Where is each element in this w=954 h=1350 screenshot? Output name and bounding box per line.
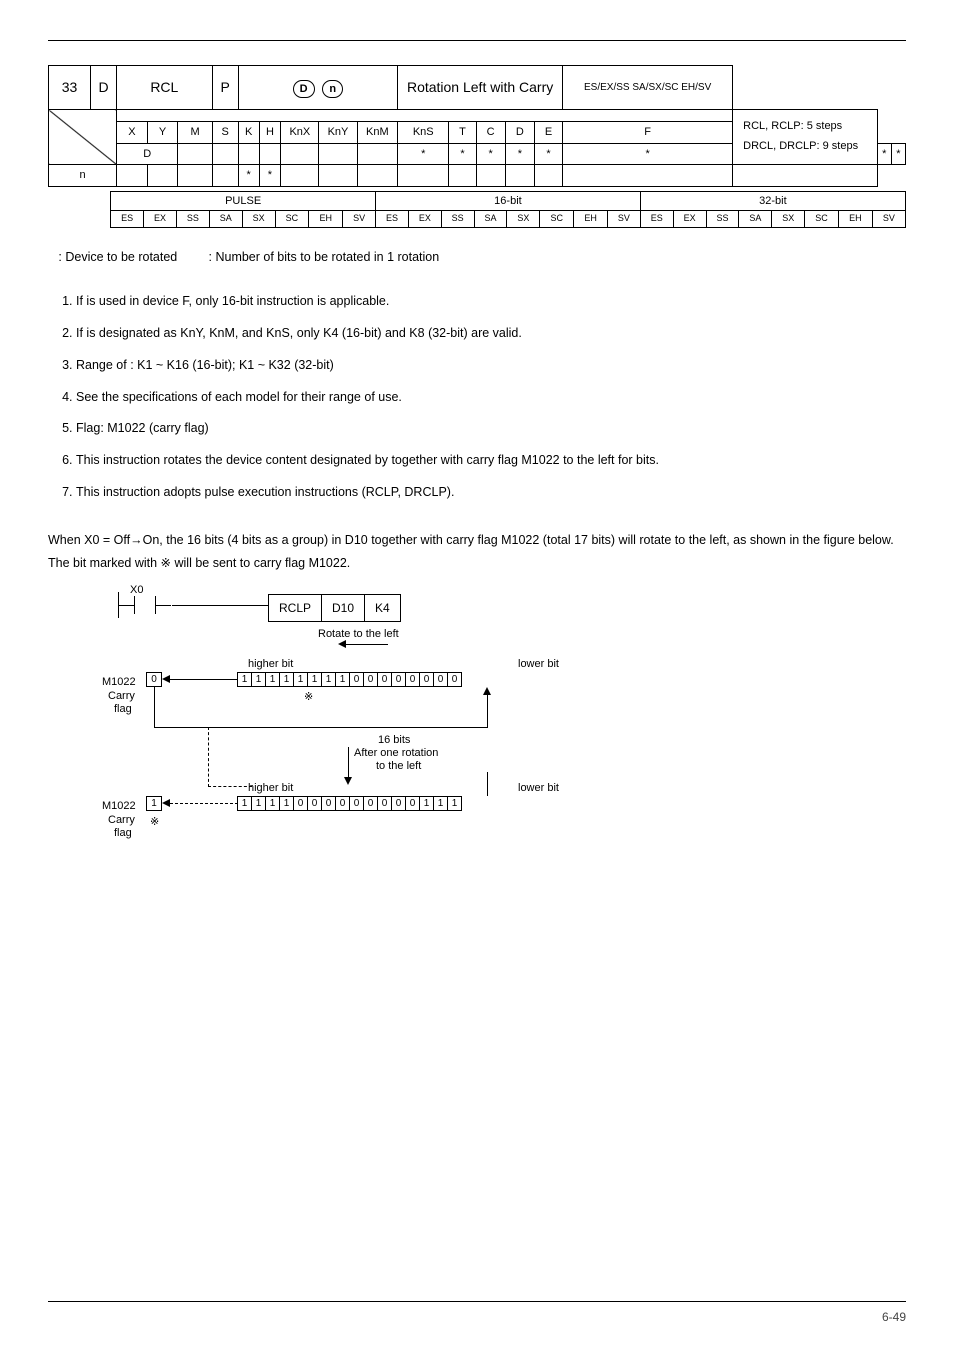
higher-bit-label-top: higher bit xyxy=(248,656,293,673)
16bit-group: 16-bit xyxy=(376,191,641,211)
pulse-cell-16-bit-ES: ES xyxy=(376,211,409,228)
lower-bit-label-bottom: lower bit xyxy=(518,780,559,797)
page-footer: 6-49 xyxy=(48,1301,906,1326)
function-name: Rotation Left with Carry xyxy=(398,66,563,110)
pulse-cell-PULSE-SA: SA xyxy=(209,211,242,228)
carry-label-top-2: flag xyxy=(114,701,132,718)
optable-col-S: S xyxy=(212,122,238,144)
operands: D n xyxy=(238,66,397,110)
rotate-label: Rotate to the left xyxy=(318,626,399,643)
d-prefix: D xyxy=(91,66,117,110)
optable-col-KnM: KnM xyxy=(357,122,398,144)
pulse-cell-PULSE-SX: SX xyxy=(242,211,275,228)
explanations-list: If is used in device F, only 16-bit inst… xyxy=(48,290,906,504)
instruction-header-table: 33 D RCL P D n Rotation Left with Carry … xyxy=(48,65,906,187)
star-marker-top: ※ xyxy=(304,689,313,706)
pulse-cell-32-bit-EX: EX xyxy=(673,211,706,228)
optable-col-X: X xyxy=(117,122,148,144)
after-rotation-l2: to the left xyxy=(376,758,421,775)
x0-contact xyxy=(134,596,156,614)
pulse-cell-16-bit-SC: SC xyxy=(540,211,574,228)
page-number: 6-49 xyxy=(882,1310,906,1324)
carry-label-bottom-2: flag xyxy=(114,825,132,842)
api-number: 33 xyxy=(49,66,91,110)
optable-row-D: D xyxy=(117,143,178,165)
optable-col-E: E xyxy=(534,122,562,144)
pulse-cell-PULSE-SV: SV xyxy=(343,211,376,228)
star-marker-bottom: ※ xyxy=(150,814,159,831)
bits-row-bottom: 1111000000000111 xyxy=(238,796,462,811)
pulse-cell-32-bit-SA: SA xyxy=(739,211,772,228)
mnemonic: RCL xyxy=(117,66,213,110)
pulse-cell-16-bit-EH: EH xyxy=(574,211,608,228)
pulse-cell-32-bit-SX: SX xyxy=(772,211,805,228)
optable-col-D: D xyxy=(505,122,534,144)
operand-legend: : Device to be rotated : Number of bits … xyxy=(48,248,906,267)
pulse-cell-32-bit-ES: ES xyxy=(640,211,673,228)
pulse-cell-16-bit-EX: EX xyxy=(408,211,441,228)
higher-bit-label-bottom: higher bit xyxy=(248,780,293,797)
steps-cell: RCL, RCLP: 5 steps DRCL, DRCLP: 9 steps xyxy=(733,110,878,165)
example-paragraph: When X0 = Off→On, the 16 bits (4 bits as… xyxy=(48,529,906,577)
optable-col-F: F xyxy=(563,122,733,144)
optable-col-C: C xyxy=(476,122,505,144)
32bit-group: 32-bit xyxy=(640,191,905,211)
optable-col-KnS: KnS xyxy=(398,122,449,144)
bits-row-top: 1111111100000000 xyxy=(238,672,462,687)
pulse-cell-PULSE-SC: SC xyxy=(275,211,309,228)
optable-col-Y: Y xyxy=(147,122,178,144)
pulse-compat-table: PULSE 16-bit 32-bit ESEXSSSASXSCEHSVESEX… xyxy=(48,191,906,228)
slash-cell xyxy=(49,110,117,165)
pulse-cell-32-bit-EH: EH xyxy=(838,211,872,228)
pulse-cell-PULSE-ES: ES xyxy=(111,211,144,228)
pulse-cell-PULSE-EX: EX xyxy=(144,211,177,228)
pulse-cell-16-bit-SS: SS xyxy=(441,211,474,228)
optable-col-K: K xyxy=(238,122,259,144)
carry-bit-bottom: 1 xyxy=(146,796,162,811)
instruction-box: RCLP D10 K4 xyxy=(268,594,401,622)
model-support: ES/EX/SS SA/SX/SC EH/SV xyxy=(563,66,733,110)
pulse-group: PULSE xyxy=(111,191,376,211)
p-suffix: P xyxy=(212,66,238,110)
pulse-cell-16-bit-SX: SX xyxy=(507,211,540,228)
pulse-cell-PULSE-SS: SS xyxy=(176,211,209,228)
pulse-cell-32-bit-SC: SC xyxy=(805,211,839,228)
pulse-cell-32-bit-SS: SS xyxy=(706,211,739,228)
optable-col-H: H xyxy=(259,122,281,144)
pulse-cell-16-bit-SA: SA xyxy=(474,211,507,228)
optable-col-M: M xyxy=(178,122,212,144)
optable-col-T: T xyxy=(449,122,476,144)
optable-row-n: n xyxy=(49,165,117,187)
optable-col-KnX: KnX xyxy=(281,122,319,144)
pulse-cell-32-bit-SV: SV xyxy=(872,211,905,228)
rotation-diagram: X0 RCLP D10 K4 Rotate to the left higher… xyxy=(88,582,648,882)
pulse-cell-16-bit-SV: SV xyxy=(607,211,640,228)
pulse-cell-PULSE-EH: EH xyxy=(309,211,343,228)
optable-col-KnY: KnY xyxy=(319,122,357,144)
carry-bit-top: 0 xyxy=(146,672,162,687)
lower-bit-label-top: lower bit xyxy=(518,656,559,673)
